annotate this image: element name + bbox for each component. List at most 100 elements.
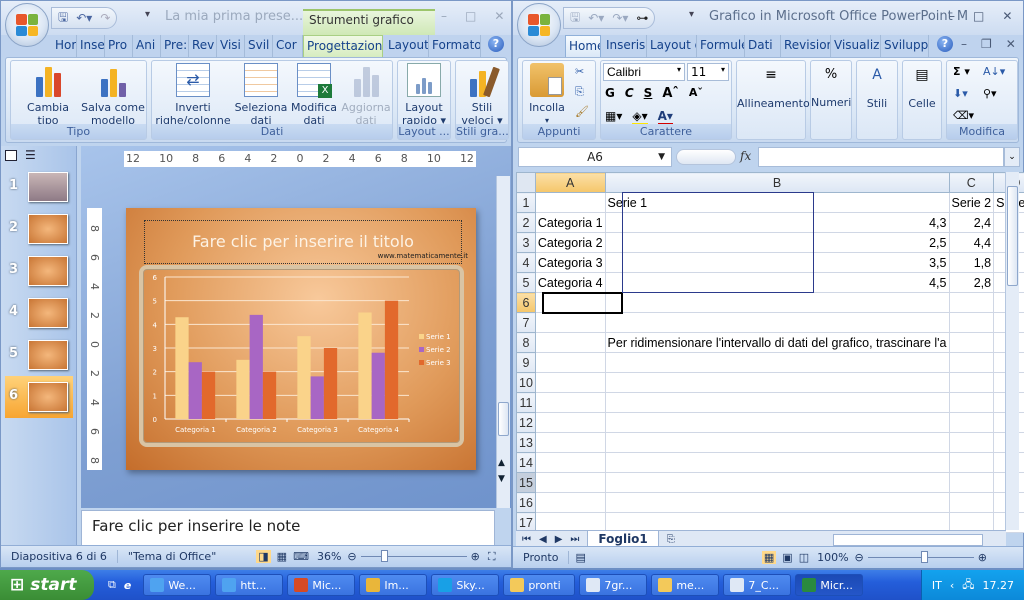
underline-button[interactable]: S <box>644 86 653 101</box>
cell[interactable] <box>948 372 995 393</box>
row-header[interactable]: 16 <box>516 492 536 513</box>
slide-thumbnail[interactable] <box>28 256 68 286</box>
row-header[interactable]: 7 <box>516 312 536 333</box>
cell[interactable] <box>604 432 950 453</box>
normal-view-icon[interactable]: ▦ <box>761 551 777 564</box>
save-icon[interactable]: 🖫 <box>58 8 68 29</box>
font-name-select[interactable]: Calibri ▾ <box>603 63 685 81</box>
row-header[interactable]: 3 <box>516 232 536 253</box>
cell[interactable]: Serie 2 <box>948 192 995 213</box>
cell[interactable]: 4,4 <box>948 232 995 253</box>
cell[interactable] <box>604 492 950 513</box>
cell[interactable] <box>534 292 606 313</box>
next-slide-icon[interactable]: ▼ <box>498 474 505 484</box>
close-button[interactable]: ✕ <box>494 9 504 23</box>
refresh-data-button[interactable]: Aggiorna dati <box>340 63 392 127</box>
tab-review[interactable]: Rev <box>189 35 217 57</box>
cell[interactable] <box>534 352 606 373</box>
start-button[interactable]: ⊞ start <box>0 570 94 600</box>
network-icon[interactable]: 🖧 <box>962 576 974 595</box>
cell[interactable] <box>948 492 995 513</box>
zoom-out-icon[interactable]: ⊖ <box>347 550 356 563</box>
close-button[interactable]: ✕ <box>1002 9 1012 23</box>
redo-icon[interactable]: ↷▾ <box>612 11 628 25</box>
cell[interactable] <box>604 392 950 413</box>
formula-input[interactable] <box>758 147 1004 167</box>
taskbar-button[interactable]: 7_C... <box>723 574 792 596</box>
minimize-button[interactable]: – <box>949 9 955 23</box>
cell[interactable] <box>604 292 950 313</box>
select-all-corner[interactable] <box>516 172 536 193</box>
office-button[interactable] <box>5 3 49 47</box>
prev-slide-icon[interactable]: ▲ <box>498 458 505 468</box>
row-header[interactable]: 8 <box>516 332 536 353</box>
sort-filter-icon[interactable]: A↓▾ <box>983 65 1005 78</box>
clear-icon[interactable]: ⌫▾ <box>953 109 974 122</box>
column-header[interactable]: B <box>604 172 950 193</box>
cell[interactable]: 4,3 <box>604 212 950 233</box>
taskbar-button[interactable]: Mic... <box>287 574 356 596</box>
column-header[interactable]: A <box>534 172 606 193</box>
tab-formulas[interactable]: Formule <box>697 35 745 57</box>
cell[interactable] <box>948 392 995 413</box>
taskbar-button[interactable]: Sky... <box>431 574 500 596</box>
cell[interactable]: Categoria 2 <box>534 232 606 253</box>
group-number[interactable]: % Numeri <box>810 60 852 140</box>
cell[interactable] <box>948 352 995 373</box>
taskbar-button[interactable]: 7gr... <box>579 574 648 596</box>
slide-vertical-scrollbar[interactable]: ▲ ▼ <box>496 176 510 508</box>
cell[interactable]: Categoria 1 <box>534 212 606 233</box>
tab-view[interactable]: Visualiz <box>831 35 881 57</box>
tray-expand-icon[interactable]: ‹ <box>950 579 954 592</box>
cell[interactable] <box>534 372 606 393</box>
cell[interactable] <box>604 312 950 333</box>
first-sheet-icon[interactable]: ⏮ <box>522 534 531 545</box>
office-button[interactable] <box>517 3 561 47</box>
group-alignment[interactable]: ≡ Allineamento <box>736 60 810 140</box>
row-header[interactable]: 12 <box>516 412 536 433</box>
slideshow-icon[interactable]: ⌨ <box>293 550 309 563</box>
customize-qat-icon[interactable]: ▾ <box>689 9 694 20</box>
slide-thumbnail[interactable] <box>28 382 68 412</box>
notes-pane[interactable]: Fare clic per inserire le note <box>81 510 495 546</box>
cell[interactable] <box>534 452 606 473</box>
tab-review[interactable]: Revisior <box>781 35 831 57</box>
xl-vertical-scrollbar[interactable] <box>1005 172 1019 530</box>
row-header[interactable]: 15 <box>516 472 536 493</box>
column-header[interactable]: C <box>948 172 995 193</box>
quick-styles-button[interactable]: Stili veloci ▾ <box>456 63 508 127</box>
page-layout-view-icon[interactable]: ▣ <box>782 551 792 564</box>
language-indicator[interactable]: IT <box>932 579 942 592</box>
scroll-thumb[interactable] <box>498 402 509 436</box>
tab-layout[interactable]: Layout <box>385 35 429 57</box>
cell[interactable] <box>604 452 950 473</box>
horizontal-scrollbar[interactable] <box>832 533 983 546</box>
cell[interactable]: 1,8 <box>948 252 995 273</box>
show-desktop-icon[interactable]: ⧉ <box>108 578 116 592</box>
select-data-button[interactable]: Seleziona dati <box>234 63 288 127</box>
tab-page-layout[interactable]: Layout d <box>647 35 697 57</box>
slide-thumbnail[interactable] <box>28 214 68 244</box>
help-icon[interactable]: ? <box>488 36 504 52</box>
cell[interactable]: Per ridimensionare l'intervallo di dati … <box>604 332 950 353</box>
row-header[interactable]: 13 <box>516 432 536 453</box>
tab-formato[interactable]: Formato <box>429 35 481 57</box>
save-as-template-button[interactable]: Salva come modello <box>81 63 145 127</box>
quick-layout-button[interactable]: Layout rapido ▾ <box>398 63 450 127</box>
chart-frame[interactable]: 0 1 2 3 4 5 6 Categoria 1 Categoria 2 Categoria 3… <box>139 265 464 447</box>
tab-compat[interactable]: Cor <box>273 35 303 57</box>
cell[interactable] <box>604 472 950 493</box>
tab-insert[interactable]: Inse <box>77 35 105 57</box>
workbook-restore-button[interactable]: ❐ <box>981 37 992 51</box>
bold-button[interactable]: G <box>605 86 615 101</box>
tab-progettazione[interactable]: Progettazione <box>303 35 383 57</box>
cell[interactable]: 4,5 <box>604 272 950 293</box>
cell[interactable] <box>534 412 606 433</box>
insert-function-icon[interactable]: fx <box>740 149 751 163</box>
group-styles[interactable]: A Stili <box>856 60 898 140</box>
normal-view-icon[interactable]: ◨ <box>256 550 271 563</box>
slides-tab-icon[interactable] <box>5 150 17 161</box>
name-box[interactable]: A6 ▼ <box>518 147 672 167</box>
next-sheet-icon[interactable]: ▶ <box>555 534 563 545</box>
zoom-in-icon[interactable]: ⊕ <box>978 551 987 564</box>
